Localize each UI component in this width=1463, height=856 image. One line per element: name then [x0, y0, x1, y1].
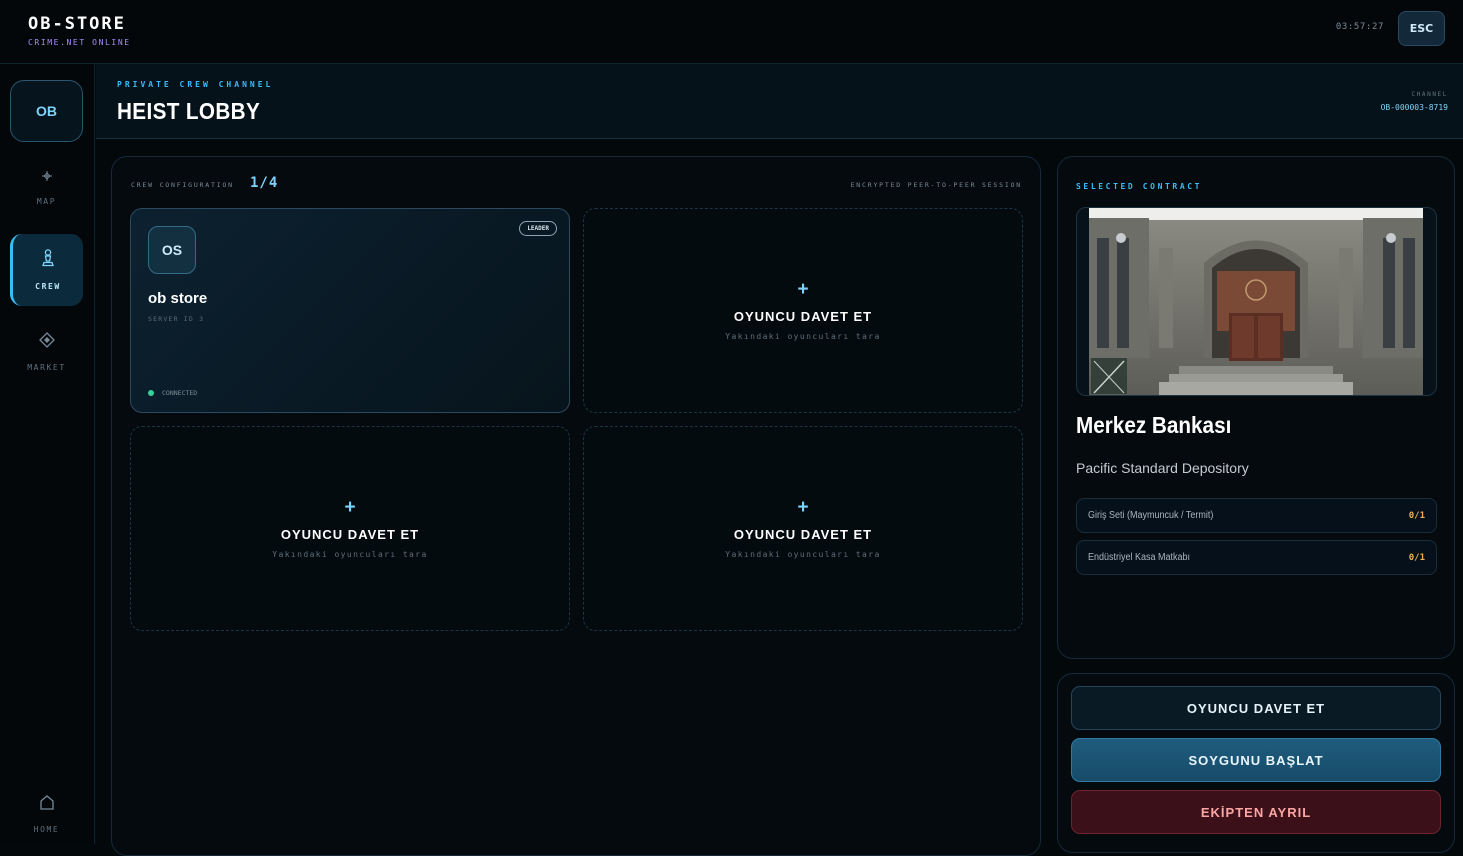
status-text: CONNECTED	[162, 389, 198, 397]
diamond-icon	[38, 332, 55, 351]
member-server-id: SERVER ID 3	[148, 315, 205, 323]
sidebar-item-label: MAP	[36, 197, 57, 206]
session-label: ENCRYPTED PEER-TO-PEER SESSION	[850, 181, 1022, 189]
crew-slot-member[interactable]: OS LEADER ob store SERVER ID 3 CONNECTED	[130, 208, 570, 413]
invite-label: OYUNCU DAVET ET	[733, 527, 873, 542]
requirement-row: Giriş Seti (Maymuncuk / Termit) 0/1	[1076, 498, 1437, 533]
contract-image-frame	[1076, 207, 1437, 396]
sidebar-item-market[interactable]: MARKET	[10, 316, 83, 388]
crew-config-label: CREW CONFIGURATION	[131, 181, 234, 189]
bank-building-image	[1089, 208, 1423, 395]
avatar[interactable]: OB	[10, 80, 83, 142]
requirement-row: Endüstriyel Kasa Matkabı 0/1	[1076, 540, 1437, 575]
channel-label: CHANNEL	[1411, 91, 1448, 98]
crew-panel: CREW CONFIGURATION 1/4 ENCRYPTED PEER-TO…	[111, 156, 1041, 856]
contract-subtitle: Pacific Standard Depository	[1076, 460, 1249, 476]
home-icon	[39, 794, 55, 813]
crew-slot-invite[interactable]: + OYUNCU DAVET ET Yakındaki oyuncuları t…	[583, 208, 1023, 413]
brand-title: OB-STORE	[28, 14, 126, 34]
status-dot-icon	[148, 390, 154, 396]
invite-label: OYUNCU DAVET ET	[733, 309, 873, 324]
clock: 03:57:27	[1335, 22, 1384, 32]
page-header: PRIVATE CREW CHANNEL HEIST LOBBY CHANNEL…	[96, 64, 1463, 139]
requirement-value: 0/1	[1408, 510, 1425, 521]
sidebar-item-home[interactable]: HOME	[10, 778, 83, 850]
invite-subtext: Yakındaki oyuncuları tara	[725, 332, 881, 341]
chess-pawn-icon	[41, 249, 55, 270]
page-title: HEIST LOBBY	[117, 98, 261, 124]
leader-badge: LEADER	[519, 221, 557, 236]
requirement-name: Endüstriyel Kasa Matkabı	[1088, 552, 1191, 563]
requirement-value: 0/1	[1408, 552, 1425, 563]
member-avatar: OS	[148, 226, 196, 274]
plus-icon: +	[344, 497, 356, 518]
crew-slot-invite[interactable]: + OYUNCU DAVET ET Yakındaki oyuncuları t…	[583, 426, 1023, 631]
start-heist-button[interactable]: SOYGUNU BAŞLAT	[1071, 738, 1441, 782]
plus-icon: +	[797, 279, 809, 300]
actions-panel: OYUNCU DAVET ET SOYGUNU BAŞLAT EKİPTEN A…	[1057, 673, 1455, 853]
invite-label: OYUNCU DAVET ET	[280, 527, 420, 542]
crew-slot-invite[interactable]: + OYUNCU DAVET ET Yakındaki oyuncuları t…	[130, 426, 570, 631]
contract-title: Merkez Bankası	[1076, 412, 1232, 438]
sidebar: OB MAP CREW MARKET HOME	[0, 64, 95, 844]
esc-button[interactable]: ESC	[1398, 11, 1445, 46]
sidebar-item-map[interactable]: MAP	[10, 152, 83, 224]
plus-icon: +	[797, 497, 809, 518]
sidebar-item-label: CREW	[35, 282, 61, 291]
member-status: CONNECTED	[148, 389, 197, 397]
brand: OB-STORE CRIME.NET ONLINE	[28, 14, 131, 47]
contract-eyebrow: SELECTED CONTRACT	[1076, 182, 1203, 191]
sidebar-item-label: HOME	[33, 825, 60, 834]
contract-panel: SELECTED CONTRACT Merkez Bankası Pacific…	[1057, 156, 1455, 659]
member-name: ob store	[148, 290, 208, 307]
invite-subtext: Yakındaki oyuncuları tara	[272, 550, 428, 559]
sidebar-item-label: MARKET	[27, 363, 66, 372]
header-eyebrow: PRIVATE CREW CHANNEL	[117, 80, 274, 89]
invite-player-button[interactable]: OYUNCU DAVET ET	[1071, 686, 1441, 730]
channel-value: OB-000003-8719	[1380, 103, 1448, 112]
leave-crew-button[interactable]: EKİPTEN AYRIL	[1071, 790, 1441, 834]
crosshair-icon	[41, 170, 53, 185]
requirement-name: Giriş Seti (Maymuncuk / Termit)	[1088, 510, 1214, 521]
crew-count: 1/4	[250, 175, 279, 191]
sidebar-item-crew[interactable]: CREW	[10, 234, 83, 306]
brand-subtitle: CRIME.NET ONLINE	[28, 38, 131, 47]
invite-subtext: Yakındaki oyuncuları tara	[725, 550, 881, 559]
top-bar: OB-STORE CRIME.NET ONLINE 03:57:27 ESC	[0, 0, 1463, 64]
